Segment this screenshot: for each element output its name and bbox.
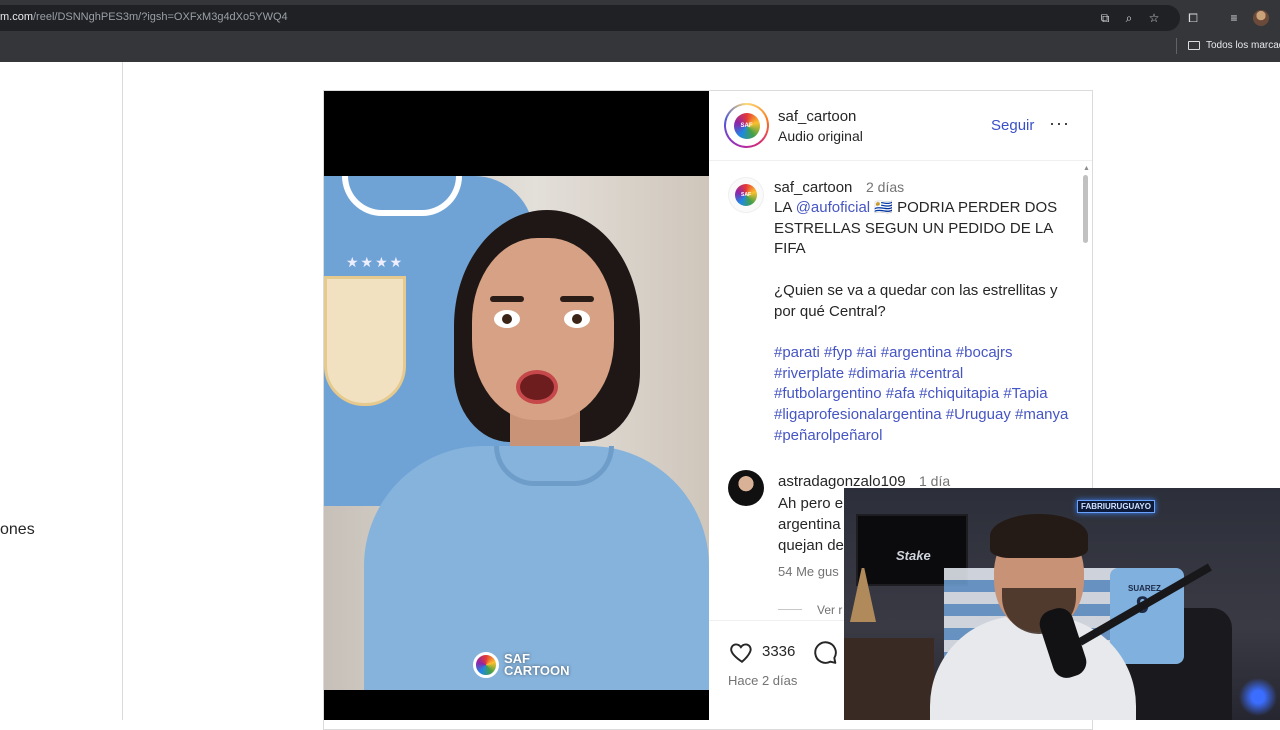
url-path: /reel/DSNNghPES3m/?igsh=OXFxM3g4dXo5YWQ4 (33, 11, 288, 23)
caption-prefix: LA (774, 199, 796, 216)
comment-text: Ah pero e argentina quejan de (778, 495, 844, 554)
caption-avatar[interactable]: SAF (728, 177, 764, 213)
url-text[interactable]: m.com/reel/DSNNghPES3m/?igsh=OXFxM3g4dXo… (0, 11, 288, 23)
bookmark-star-icon[interactable]: ☆ (1146, 10, 1162, 26)
caption-text: LA @aufoficial 🇺🇾 PODRIA PERDER DOS ESTR… (774, 198, 1074, 446)
replies-line (778, 609, 802, 610)
caption-time: 2 días (866, 179, 905, 195)
follow-button[interactable]: Seguir (991, 117, 1034, 134)
scroll-up-arrow[interactable]: ▲ (1083, 165, 1090, 172)
url-host: m.com (0, 11, 33, 23)
woman-face (472, 238, 614, 420)
mention-link[interactable]: @aufoficial (796, 199, 870, 216)
header-divider (709, 160, 1092, 161)
like-heart-icon[interactable] (728, 639, 756, 665)
webcam-overlay: Stake FABRIURUGUAYO SUAREZ 9 (844, 488, 1280, 720)
watermark-line2: CARTOON (504, 663, 570, 678)
comment-time: 1 día (919, 473, 951, 489)
reading-list-icon[interactable]: ≡ (1226, 10, 1242, 26)
neon-light (1236, 674, 1280, 720)
likes-count[interactable]: 3336 (762, 643, 795, 660)
author-username[interactable]: saf_cartoon (778, 108, 856, 125)
shelf (844, 638, 934, 720)
commenter-avatar[interactable] (728, 470, 764, 506)
hashtags[interactable]: #parati #fyp #ai #argentina #bocajrs #ri… (774, 344, 1068, 444)
bookmarks-divider (1176, 38, 1177, 54)
post-date: Hace 2 días (728, 673, 798, 688)
scrollbar-thumb[interactable] (1083, 175, 1088, 243)
sidebar-item-notifications[interactable]: ones (0, 521, 35, 539)
zoom-icon[interactable]: ⌕ (1121, 10, 1137, 26)
author-avatar[interactable]: SAF (724, 103, 769, 148)
tv-logo: Stake (896, 548, 931, 563)
video-watermark: SAF CARTOON (473, 652, 569, 678)
profile-avatar[interactable] (1253, 10, 1269, 26)
view-replies-link[interactable]: Ver r (817, 603, 844, 617)
neon-sign: FABRIURUGUAYO (1077, 500, 1155, 513)
caption-body: 🇺🇾 PODRIA PERDER DOS ESTRELLAS SEGUN UN … (774, 199, 1058, 320)
reel-video[interactable]: ★★★★ SAF CARTOON (324, 91, 709, 720)
bookmarks-folder[interactable]: Todos los marcad (1188, 40, 1280, 51)
browser-chrome: m.com/reel/DSNNghPES3m/?igsh=OXFxM3g4dXo… (0, 0, 1280, 62)
install-app-icon[interactable]: ⧉ (1097, 10, 1113, 26)
folder-icon (1188, 41, 1200, 50)
comment-likes[interactable]: 54 Me gus (778, 564, 844, 579)
comment-icon[interactable] (811, 639, 839, 665)
video-frame: ★★★★ (324, 176, 709, 690)
extensions-icon[interactable]: ⧠ (1185, 10, 1201, 26)
bookmarks-folder-label: Todos los marcad (1206, 40, 1280, 51)
more-options-icon[interactable]: ··· (1049, 113, 1070, 134)
streamer-hair (990, 514, 1088, 558)
saf-logo-icon (473, 652, 499, 678)
audio-link[interactable]: Audio original (778, 128, 863, 144)
sidebar-divider (122, 62, 123, 720)
caption-username[interactable]: saf_cartoon (774, 179, 852, 196)
